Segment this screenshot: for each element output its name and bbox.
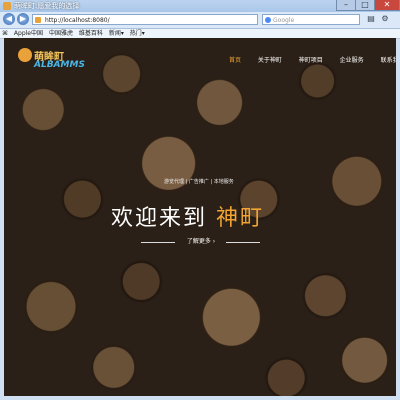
back-button[interactable]: ◀: [3, 13, 15, 25]
bookmark-item-3[interactable]: 维基百科: [79, 29, 103, 38]
bookmark-item-5[interactable]: 热门▾: [130, 29, 145, 38]
address-text: http://localhost:8080/: [45, 17, 110, 24]
window-title: 萌眸町:愿爱我的选择: [14, 2, 80, 10]
menu-item-about[interactable]: 关于神町: [251, 55, 289, 67]
logo-text-bottom: ALBAMMS: [34, 60, 85, 70]
menu-item-projects[interactable]: 神町项目: [292, 55, 330, 67]
settings-gear-icon[interactable]: ⚙: [380, 14, 390, 24]
hero-subtitle: 游览代理 | 广告推广 | 本地服务: [164, 179, 234, 185]
main-menu: 首页 关于神町 神町项目 企业服务 联系我们: [222, 55, 396, 67]
app-icon: [3, 2, 11, 10]
bookmark-item-2[interactable]: 中国雅虎: [49, 29, 73, 38]
bookmarks-menu-icon[interactable]: ⌘: [2, 29, 8, 38]
search-input[interactable]: Google: [262, 14, 360, 25]
web-page: 萌眸町 ALBAMMS 首页 关于神町 神町项目 企业服务 联系我们 游览代理 …: [4, 38, 396, 396]
hero-title-highlight: 神町: [216, 206, 265, 231]
maximize-button[interactable]: □: [355, 0, 375, 11]
close-button[interactable]: ✕: [374, 0, 400, 11]
page-menu-icon[interactable]: ▤: [366, 14, 376, 24]
divider-right: [226, 242, 260, 243]
site-favicon-icon: [35, 17, 41, 23]
forward-button[interactable]: ▶: [17, 13, 29, 25]
hero-title-prefix: 欢迎来到: [111, 206, 208, 231]
site-logo[interactable]: 萌眸町 ALBAMMS: [18, 48, 85, 72]
title-bar: 萌眸町:愿爱我的选择 – □ ✕: [0, 0, 400, 12]
divider-left: [141, 242, 175, 243]
logo-mark-icon: [18, 48, 32, 62]
address-bar[interactable]: http://localhost:8080/: [32, 14, 258, 25]
menu-item-services[interactable]: 企业服务: [333, 55, 371, 67]
hero-title: 欢迎来到 神町: [111, 200, 311, 232]
status-bar: [0, 396, 400, 400]
navigation-bar: ◀ ▶ http://localhost:8080/ Google ▤ ⚙: [0, 12, 400, 29]
browser-window: 萌眸町:愿爱我的选择 – □ ✕ ◀ ▶ http://localhost:80…: [0, 0, 400, 400]
minimize-button[interactable]: –: [336, 0, 356, 11]
google-icon: [265, 17, 271, 23]
bookmark-item-4[interactable]: 新闻▾: [109, 29, 124, 38]
menu-item-contact[interactable]: 联系我们: [374, 55, 396, 67]
search-placeholder: Google: [273, 17, 295, 24]
menu-item-home[interactable]: 首页: [222, 55, 248, 67]
learn-more-button[interactable]: 了解更多 ›: [177, 235, 225, 249]
bookmark-item-1[interactable]: Apple中国: [14, 29, 43, 38]
